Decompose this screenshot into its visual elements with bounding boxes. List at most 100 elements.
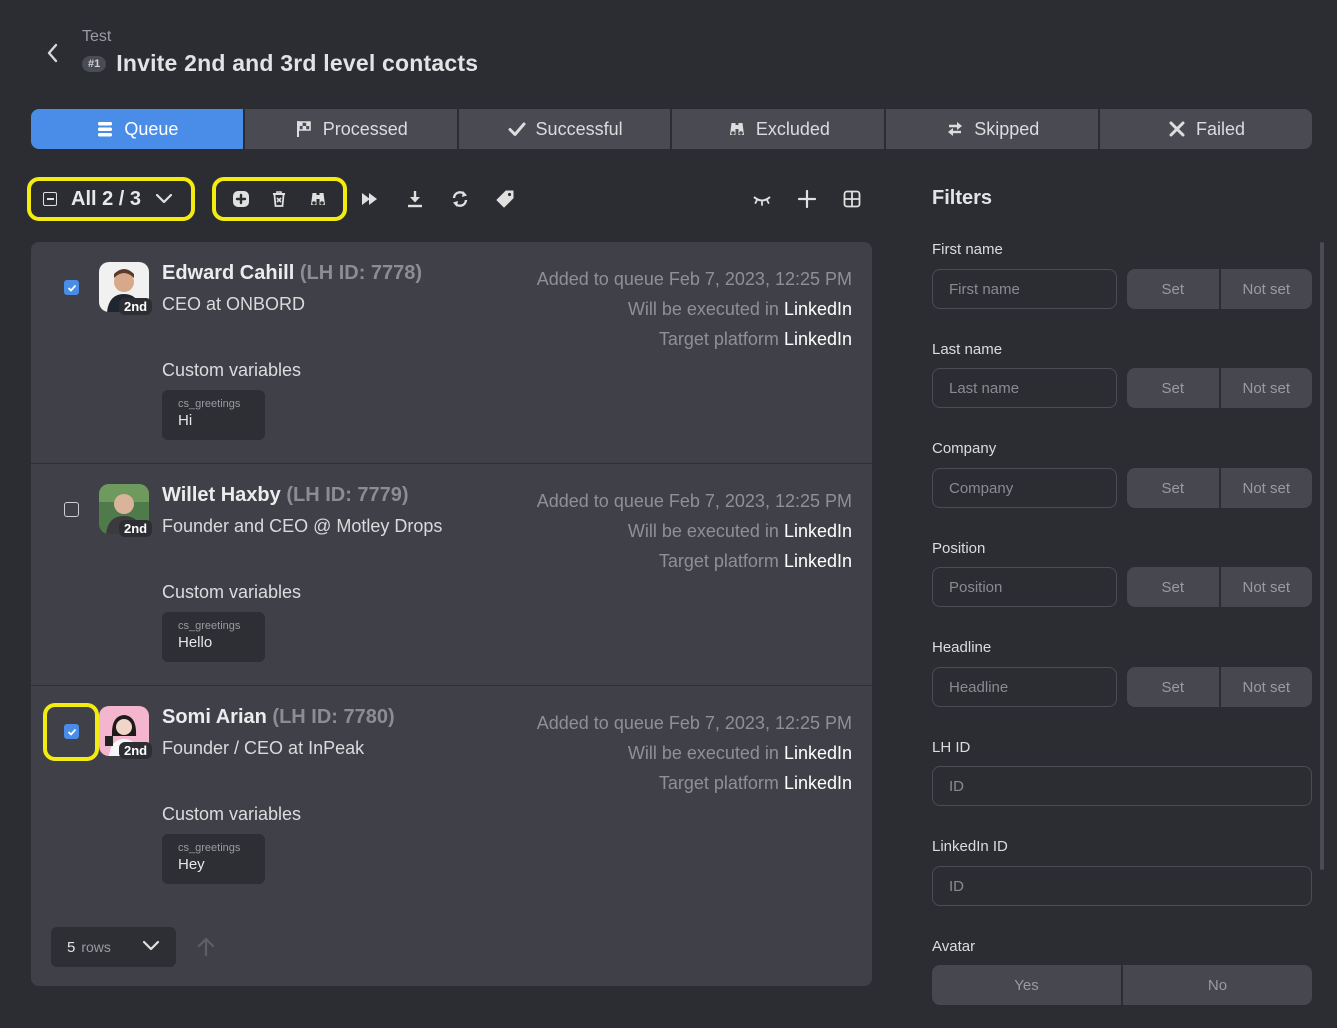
select-all-dropdown[interactable]: All 2 / 3: [27, 177, 195, 221]
row-checkbox[interactable]: [64, 502, 79, 517]
target-platform-link[interactable]: LinkedIn: [784, 773, 852, 793]
target-platform: Target platform LinkedIn: [658, 551, 852, 571]
linkedin-id-label: LinkedIn ID: [932, 838, 1008, 855]
set-option[interactable]: Set: [1127, 667, 1221, 707]
retry-button[interactable]: [447, 186, 473, 212]
added-to-queue: Added to queue Feb 7, 2023, 12:25 PM: [536, 713, 852, 733]
linkedin-id-input[interactable]: ID: [932, 866, 1312, 906]
list-item: 2nd Edward Cahill (LH ID: 7778) CEO at O…: [31, 242, 872, 464]
contact-name[interactable]: Willet Haxby: [162, 484, 281, 506]
row-checkbox[interactable]: [64, 724, 79, 739]
export-button[interactable]: [402, 186, 428, 212]
page-title: Invite 2nd and 3rd level contacts: [116, 50, 479, 76]
custom-variables-label: Custom variables: [162, 360, 302, 380]
executed-platform-link[interactable]: LinkedIn: [784, 743, 852, 763]
executed-in: Will be executed in LinkedIn: [627, 521, 852, 541]
status-tabs: Queue Processed Successful Excluded Skip…: [31, 109, 1312, 149]
refresh-icon: [452, 191, 468, 207]
added-to-queue: Added to queue Feb 7, 2023, 12:25 PM: [536, 269, 852, 289]
rows-count: 5: [67, 938, 76, 956]
tab-label: Failed: [1196, 118, 1246, 139]
lh-id: (LH ID: 7778): [299, 262, 423, 284]
flag-icon: [296, 121, 311, 137]
last-name-input[interactable]: Last name: [932, 368, 1117, 408]
add-circle-icon: [233, 191, 250, 207]
headline-set-toggle: Set Not set: [1127, 667, 1312, 707]
filters-scrollbar[interactable]: [1320, 242, 1324, 870]
not-set-option[interactable]: Not set: [1220, 667, 1312, 707]
contact-name[interactable]: Edward Cahill: [162, 262, 294, 284]
tab-label: Processed: [322, 118, 408, 139]
hide-button[interactable]: [749, 186, 775, 212]
contact-name-line: Willet Haxby (LH ID: 7779): [162, 484, 409, 507]
connection-degree-badge: 2nd: [119, 298, 153, 315]
avatar-yes-option[interactable]: Yes: [932, 965, 1123, 1005]
view-actions: [749, 186, 865, 212]
add-button[interactable]: [794, 186, 820, 212]
not-set-option[interactable]: Not set: [1220, 567, 1312, 607]
position-input[interactable]: Position: [932, 567, 1117, 607]
extra-actions: [357, 186, 518, 212]
rows-word: rows: [81, 939, 111, 955]
position-label: Position: [932, 540, 986, 557]
contact-position: Founder / CEO at InPeak: [162, 738, 365, 758]
headline-input[interactable]: Headline: [932, 667, 1117, 707]
set-option[interactable]: Set: [1127, 468, 1221, 508]
target-platform-link[interactable]: LinkedIn: [784, 551, 852, 571]
not-set-option[interactable]: Not set: [1220, 368, 1312, 408]
custom-variable-chip: cs_greetings Hello: [162, 612, 265, 662]
avatar-label: Avatar: [932, 938, 976, 955]
tab-failed[interactable]: Failed: [1100, 109, 1312, 149]
filters-title: Filters: [932, 187, 993, 209]
first-name-input[interactable]: First name: [932, 269, 1117, 309]
tab-processed[interactable]: Processed: [244, 109, 459, 149]
check-icon: [508, 122, 526, 136]
check-icon: [67, 284, 76, 292]
grid-icon: [843, 190, 861, 208]
target-platform: Target platform LinkedIn: [658, 329, 852, 349]
rows-per-page-select[interactable]: 5 rows: [51, 927, 176, 967]
stack-icon: [98, 122, 113, 137]
company-input[interactable]: Company: [932, 468, 1117, 508]
row-checkbox[interactable]: [64, 280, 79, 295]
company-set-toggle: Set Not set: [1127, 468, 1312, 508]
tab-successful[interactable]: Successful: [458, 109, 673, 149]
tag-button[interactable]: [492, 186, 518, 212]
tab-excluded[interactable]: Excluded: [672, 109, 887, 149]
custom-variable-chip: cs_greetings Hey: [162, 834, 265, 884]
lh-id: (LH ID: 7779): [286, 484, 409, 506]
tab-queue[interactable]: Queue: [31, 109, 245, 149]
avatar-no-option[interactable]: No: [1123, 965, 1312, 1005]
executed-in: Will be executed in LinkedIn: [627, 299, 852, 319]
tab-skipped[interactable]: Skipped: [886, 109, 1101, 149]
columns-button[interactable]: [839, 186, 865, 212]
avatar-toggle: Yes No: [932, 965, 1312, 1005]
select-all-checkbox[interactable]: [43, 192, 57, 206]
not-set-option[interactable]: Not set: [1220, 269, 1312, 309]
lh-id-input[interactable]: ID: [932, 766, 1312, 806]
added-to-queue: Added to queue Feb 7, 2023, 12:25 PM: [536, 491, 852, 511]
lh-id-label: LH ID: [932, 739, 971, 756]
set-option[interactable]: Set: [1127, 269, 1221, 309]
add-to-campaign-button[interactable]: [228, 186, 254, 212]
contact-name[interactable]: Somi Arian: [162, 706, 267, 728]
executed-platform-link[interactable]: LinkedIn: [784, 299, 852, 319]
target-platform-link[interactable]: LinkedIn: [784, 329, 852, 349]
campaign-number-badge: #1: [82, 55, 107, 72]
skip-button[interactable]: [357, 186, 383, 212]
back-button[interactable]: [40, 40, 64, 66]
list-item: 2nd Somi Arian (LH ID: 7780) Founder / C…: [31, 686, 872, 908]
executed-platform-link[interactable]: LinkedIn: [784, 521, 852, 541]
exclude-button[interactable]: [305, 186, 331, 212]
queue-list: 2nd Edward Cahill (LH ID: 7778) CEO at O…: [31, 242, 872, 986]
set-option[interactable]: Set: [1127, 368, 1221, 408]
binoculars-icon: [729, 123, 744, 135]
delete-button[interactable]: [266, 186, 292, 212]
bulk-actions-group: [212, 177, 347, 221]
not-set-option[interactable]: Not set: [1220, 468, 1312, 508]
set-option[interactable]: Set: [1127, 567, 1221, 607]
lh-id: (LH ID: 7780): [272, 706, 395, 728]
chevron-left-icon: [47, 43, 58, 63]
list-item: 2nd Willet Haxby (LH ID: 7779) Founder a…: [31, 464, 872, 686]
arrow-up-icon[interactable]: [195, 936, 217, 958]
